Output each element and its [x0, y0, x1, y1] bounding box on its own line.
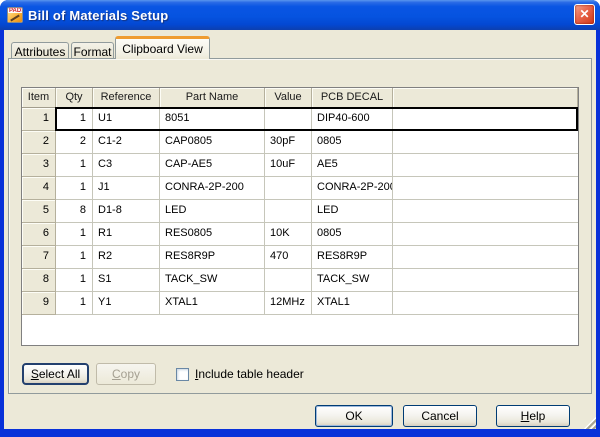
bom-table[interactable]: Item Qty Reference Part Name Value PCB D…	[21, 87, 579, 346]
table-row[interactable]: 4 1 J1 CONRA-2P-200 CONRA-2P-200	[22, 177, 578, 200]
window-title: Bill of Materials Setup	[28, 8, 168, 23]
clipboard-view-panel: Item Qty Reference Part Name Value PCB D…	[8, 58, 592, 394]
ok-button[interactable]: OK	[315, 405, 393, 427]
table-row[interactable]: 3 1 C3 CAP-AE5 10uF AE5	[22, 154, 578, 177]
include-table-header-checkbox[interactable]	[176, 368, 189, 381]
select-all-button[interactable]: Select All	[22, 363, 89, 385]
column-header-item: Item	[22, 88, 56, 107]
bom-setup-dialog: PADS Bill of Materials Setup ✕ Attribute…	[0, 0, 600, 437]
table-row[interactable]: 2 2 C1-2 CAP0805 30pF 0805	[22, 131, 578, 154]
column-header-filler	[393, 88, 578, 107]
column-header-qty: Qty	[56, 88, 93, 107]
tab-attributes[interactable]: Attributes	[11, 42, 69, 58]
help-button[interactable]: Help	[496, 405, 570, 427]
pads-app-icon: PADS	[7, 7, 23, 23]
cancel-button[interactable]: Cancel	[403, 405, 477, 427]
include-table-header-option[interactable]: Include table header	[176, 363, 304, 385]
column-header-part-name: Part Name	[160, 88, 265, 107]
tab-clipboard-view[interactable]: Clipboard View	[115, 36, 210, 59]
column-header-reference: Reference	[93, 88, 160, 107]
titlebar[interactable]: PADS Bill of Materials Setup ✕	[0, 0, 600, 30]
column-header-pcb-decal: PCB DECAL	[312, 88, 393, 107]
close-icon[interactable]: ✕	[574, 4, 595, 25]
resize-grip[interactable]	[584, 417, 596, 429]
tab-format[interactable]: Format	[71, 42, 114, 58]
table-row[interactable]: 8 1 S1 TACK_SW TACK_SW	[22, 269, 578, 292]
table-row[interactable]: 5 8 D1-8 LED LED	[22, 200, 578, 223]
table-row[interactable]: 1 1 U1 8051 DIP40-600	[22, 108, 578, 131]
table-row[interactable]: 9 1 Y1 XTAL1 12MHz XTAL1	[22, 292, 578, 315]
copy-button[interactable]: Copy	[96, 363, 156, 385]
table-header-row: Item Qty Reference Part Name Value PCB D…	[22, 88, 578, 108]
dialog-body: Attributes Format Clipboard View Item Qt…	[4, 30, 596, 429]
table-row[interactable]: 7 1 R2 RES8R9P 470 RES8R9P	[22, 246, 578, 269]
column-header-value: Value	[265, 88, 312, 107]
table-row[interactable]: 6 1 R1 RES0805 10K 0805	[22, 223, 578, 246]
pads-icon-text: PADS	[9, 8, 23, 14]
include-table-header-label: Include table header	[195, 367, 304, 381]
